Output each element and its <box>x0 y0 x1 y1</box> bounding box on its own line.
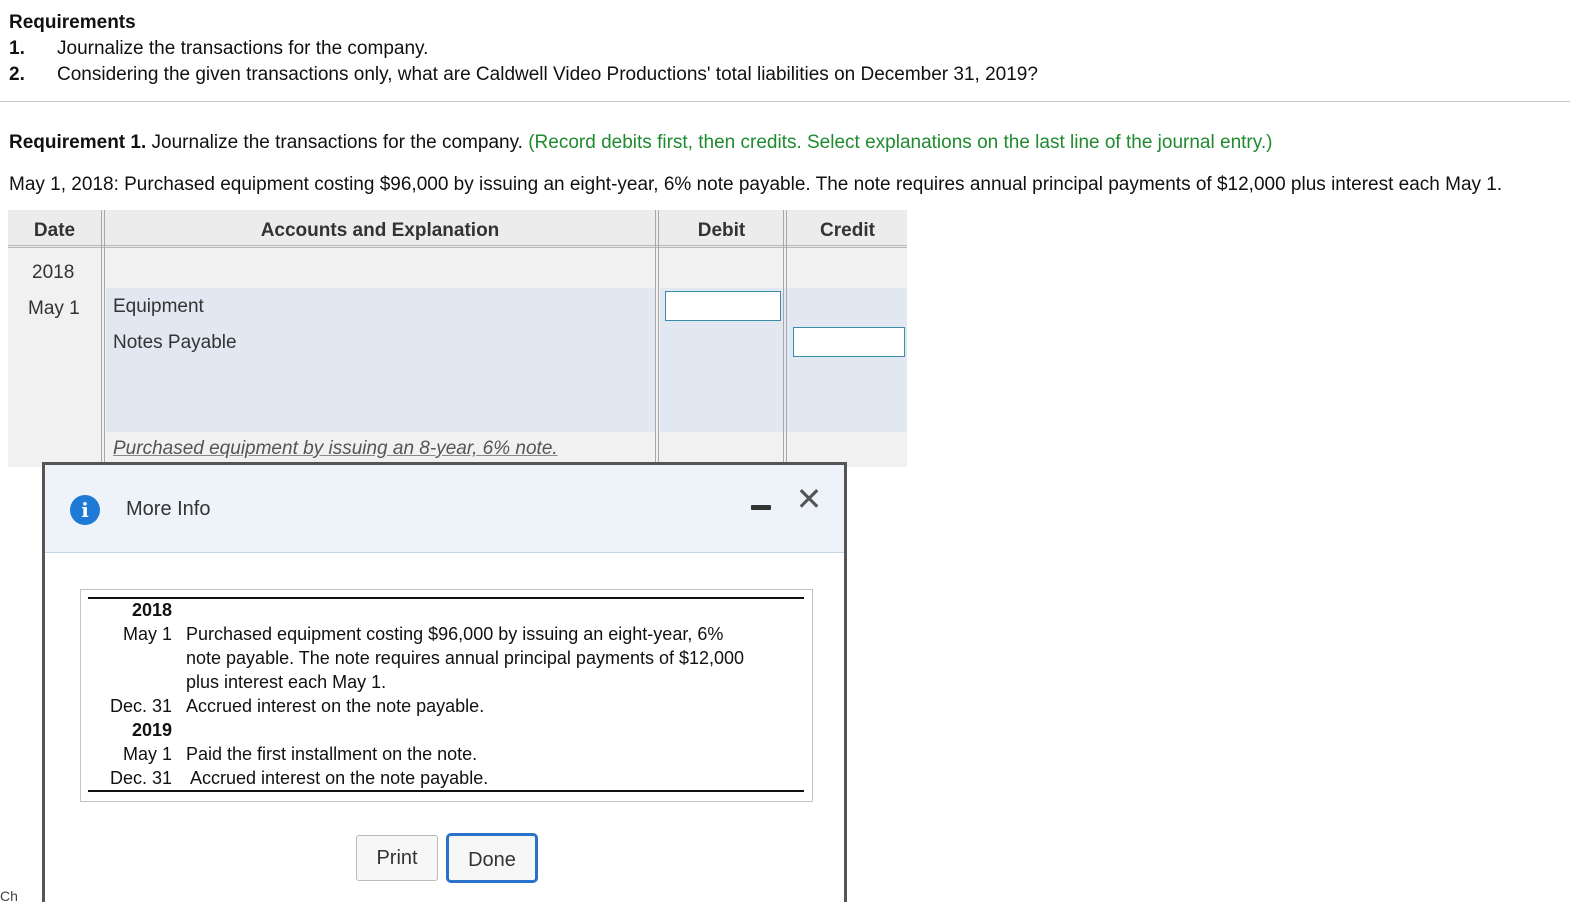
divider <box>0 101 1570 102</box>
header-credit: Credit <box>820 220 875 241</box>
info-row: May 1 Paid the first installment on the … <box>81 742 814 766</box>
journal-table: Date Accounts and Explanation Debit Cred… <box>8 210 907 467</box>
info-icon: i <box>70 495 100 525</box>
column-separator <box>783 210 787 467</box>
info-row: Dec. 31 Accrued interest on the note pay… <box>81 694 814 718</box>
more-info-dialog: i More Info ✕ 2018 May 1 Purchased equip… <box>42 462 847 902</box>
info-row: 2018 <box>81 598 814 622</box>
info-row: plus interest each May 1. <box>81 670 814 694</box>
debit-account[interactable]: Equipment <box>113 296 204 318</box>
requirement-1-text: Journalize the transactions for the comp… <box>146 132 529 153</box>
info-date: 2019 <box>131 720 172 740</box>
column-separator <box>655 210 659 467</box>
box-bottom-rule <box>88 790 804 792</box>
minimize-icon[interactable] <box>751 505 771 510</box>
print-button[interactable]: Print <box>356 835 438 881</box>
requirement-item-1: 1. Journalize the transactions for the c… <box>9 38 1038 64</box>
info-text: Paid the first installment on the note. <box>186 744 478 764</box>
done-button[interactable]: Done <box>446 833 538 883</box>
transaction-description: May 1, 2018: Purchased equipment costing… <box>9 174 1503 195</box>
info-text: Accrued interest on the note payable. <box>186 696 485 716</box>
clipped-text: Ch <box>0 888 18 904</box>
info-row: note payable. The note requires annual p… <box>81 646 814 670</box>
column-separator <box>101 210 105 467</box>
close-icon[interactable]: ✕ <box>793 483 825 515</box>
header-debit: Debit <box>697 220 746 241</box>
credit-account[interactable]: Notes Payable <box>113 332 237 354</box>
requirement-1-heading: Requirement 1. Journalize the transactio… <box>9 132 1272 154</box>
info-text: Accrued interest on the note payable. <box>186 768 489 788</box>
info-row: May 1 Purchased equipment costing $96,00… <box>81 622 814 646</box>
requirement-1-label: Requirement 1. <box>9 132 147 153</box>
dialog-header: i More Info ✕ <box>45 465 844 553</box>
info-date: Dec. 31 <box>109 768 172 788</box>
info-date: Dec. 31 <box>109 696 172 716</box>
info-row: 2019 <box>81 718 814 742</box>
info-date: May 1 <box>122 744 172 764</box>
dialog-title: More Info <box>126 498 211 520</box>
journal-header-row: Date Accounts and Explanation Debit Cred… <box>8 210 907 248</box>
requirements-title: Requirements <box>9 12 136 33</box>
info-text: Purchased equipment costing $96,000 by i… <box>186 624 724 644</box>
requirement-item-2: 2. Considering the given transactions on… <box>9 64 1038 90</box>
entry-date: May 1 <box>28 298 80 319</box>
requirement-number: 2. <box>9 64 25 85</box>
transactions-box: 2018 May 1 Purchased equipment costing $… <box>80 589 813 802</box>
requirements-list: 1. Journalize the transactions for the c… <box>9 38 1038 90</box>
info-date: May 1 <box>122 624 172 644</box>
info-text: plus interest each May 1. <box>186 672 387 692</box>
info-row: Dec. 31 Accrued interest on the note pay… <box>81 766 814 790</box>
header-date: Date <box>33 220 76 241</box>
credit-amount-input[interactable] <box>793 327 905 357</box>
header-accounts: Accounts and Explanation <box>260 220 500 241</box>
entry-year: 2018 <box>32 262 75 283</box>
requirement-text: Considering the given transactions only,… <box>57 64 1038 85</box>
requirement-1-instruction: (Record debits first, then credits. Sele… <box>528 132 1273 153</box>
info-date: 2018 <box>131 600 172 620</box>
requirement-number: 1. <box>9 38 25 59</box>
requirement-text: Journalize the transactions for the comp… <box>57 38 429 59</box>
entry-explanation[interactable]: Purchased equipment by issuing an 8-year… <box>113 438 558 460</box>
info-text: note payable. The note requires annual p… <box>186 648 745 668</box>
debit-amount-input[interactable] <box>665 291 781 321</box>
